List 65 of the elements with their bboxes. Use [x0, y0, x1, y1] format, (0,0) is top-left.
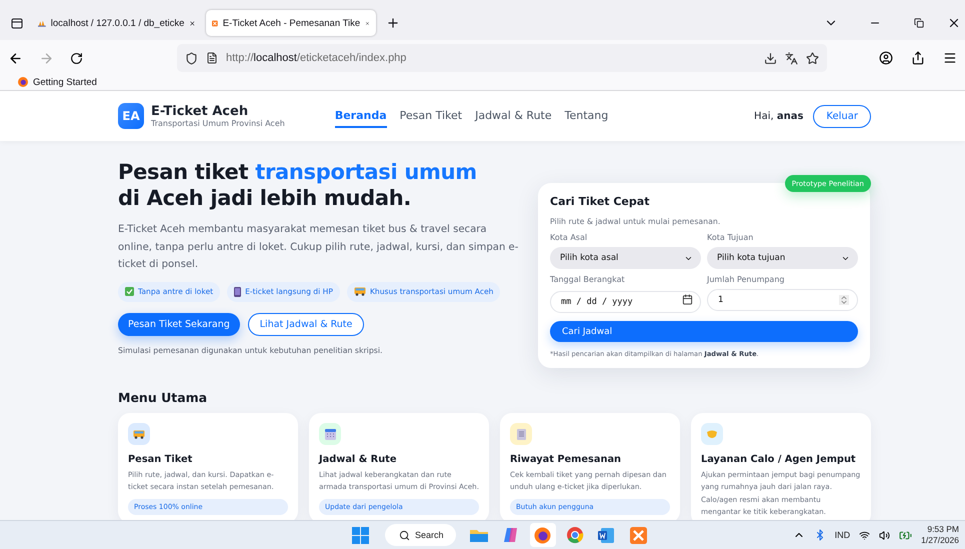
search-button[interactable]: Cari Jadwal [550, 321, 858, 342]
menu-card-title: Jadwal & Rute [319, 454, 398, 465]
translate-icon[interactable] [785, 52, 798, 64]
back-icon[interactable] [8, 50, 23, 66]
field-label: Jumlah Penumpang [707, 275, 786, 284]
clock[interactable]: 9:53 PM 1/27/2026 [921, 524, 959, 546]
firefox-icon [18, 77, 28, 87]
order-button[interactable]: Pesan Tiket Sekarang [118, 312, 240, 336]
nav-link[interactable]: Tentang [564, 104, 608, 128]
check-icon [125, 287, 134, 296]
select-field[interactable]: Pilih kota tujuan [707, 247, 858, 269]
xampp-icon[interactable] [630, 526, 648, 544]
battery-icon[interactable] [899, 528, 912, 542]
hero-description: E-Ticket Aceh membantu masyarakat memesan tiket bus & travel secara online, tanpa perlu antre di loket. Cukup pilih rute, jadwal, kursi, dan simpan e-ticket di ponsel. [118, 223, 520, 272]
share-icon[interactable] [911, 51, 925, 65]
browser-tab[interactable]: E-Ticket Aceh - Pemesanan Tike [206, 10, 376, 36]
address-bar[interactable]: http://localhost/eticketaceh/index.php [177, 44, 827, 72]
number-field[interactable]: 1 [707, 289, 858, 311]
phone-icon [234, 286, 242, 296]
volume-icon[interactable] [879, 530, 890, 540]
account-icon[interactable] [879, 51, 893, 65]
calendar-icon [324, 428, 336, 440]
download-icon[interactable] [764, 52, 777, 64]
wifi-icon[interactable] [859, 530, 870, 540]
schedule-button[interactable]: Lihat Jadwal & Rute [248, 312, 364, 336]
page-icon [206, 52, 218, 64]
card-title: Cari Tiket Cepat [550, 195, 650, 208]
brand-tagline: Transportasi Umum Provinsi Aceh [151, 119, 285, 128]
spinner-icon[interactable] [839, 295, 849, 305]
shield-icon[interactable] [185, 52, 198, 64]
language-indicator[interactable]: IND [834, 530, 850, 540]
date-field[interactable]: mm / dd / yyyy [550, 291, 701, 313]
bookmark[interactable]: Getting Started [18, 76, 97, 88]
logout-button[interactable]: Keluar [813, 104, 871, 128]
star-icon[interactable] [806, 52, 819, 64]
field-label: Kota Asal [550, 233, 588, 242]
folder-icon[interactable] [470, 528, 488, 542]
chrome-icon[interactable] [566, 526, 584, 544]
brand-name: E-Ticket Aceh [151, 104, 250, 119]
menu-icon[interactable] [943, 51, 957, 65]
select-field[interactable]: Pilih kota asal [550, 247, 701, 269]
nav-link[interactable]: Beranda [334, 104, 387, 128]
field-label: Tanggal Berangkat [550, 275, 626, 284]
receipt-icon [516, 428, 526, 440]
taskbar-search[interactable]: Search [385, 524, 456, 546]
nav-link[interactable]: Jadwal & Rute [475, 104, 552, 128]
menu-card-title: Riwayat Pemesanan [510, 454, 622, 465]
windows-icon[interactable] [352, 526, 369, 544]
site-logo: EA [118, 103, 144, 129]
bus-icon [354, 287, 366, 296]
calendar-icon[interactable] [682, 294, 693, 305]
menu-card-title: Pesan Tiket [128, 454, 194, 465]
greeting: Hai, anas [754, 110, 804, 122]
field-label: Kota Tujuan [707, 233, 754, 242]
nav-link[interactable]: Pesan Tiket [400, 104, 462, 128]
hero-title: Pesan tiket transportasi umum di Aceh jadi lebih mudah. [118, 159, 478, 211]
section-title: Menu Utama [118, 390, 208, 405]
taskbar-app[interactable] [530, 523, 556, 547]
menu-card-title: Layanan Calo / Agen Jemput [701, 454, 857, 465]
bus-icon [133, 430, 145, 438]
reload-icon[interactable] [70, 52, 83, 64]
firefox-icon[interactable] [534, 526, 552, 544]
document-icon[interactable] [598, 526, 616, 544]
search-icon [399, 530, 410, 540]
browser-tab[interactable]: localhost / 127.0.0.1 / db_eticke [32, 10, 202, 36]
